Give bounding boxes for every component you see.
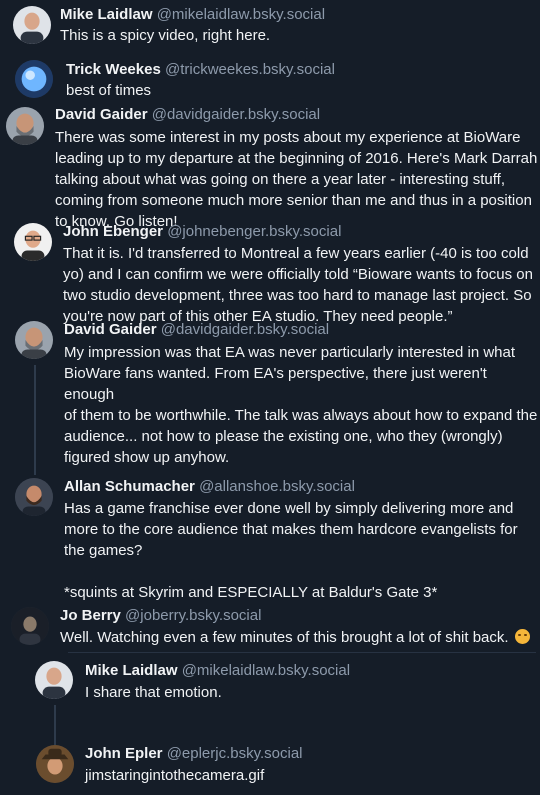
bearded-man-avatar[interactable] (6, 107, 44, 145)
author-name[interactable]: Mike Laidlaw (85, 662, 178, 679)
blue-orb-avatar[interactable] (15, 60, 53, 98)
author-name[interactable]: John Epler (85, 745, 163, 762)
author-name[interactable]: John Ebenger (63, 223, 163, 240)
author-name[interactable]: Mike Laidlaw (60, 6, 153, 23)
bald-man-avatar[interactable] (13, 6, 51, 44)
author-handle[interactable]: @joberry.bsky.social (125, 607, 261, 624)
thread-line (54, 705, 56, 745)
author-handle[interactable]: @johnebenger.bsky.social (167, 223, 341, 240)
post-text: Has a game franchise ever done well by s… (64, 500, 518, 601)
reply-divider (68, 652, 536, 653)
bald-man-avatar[interactable] (35, 661, 73, 699)
author-handle[interactable]: @mikelaidlaw.bsky.social (182, 662, 350, 679)
author-name[interactable]: Trick Weekes (66, 61, 161, 78)
author-handle[interactable]: @mikelaidlaw.bsky.social (157, 6, 325, 23)
post-text: I share that emotion. (85, 684, 222, 701)
author-handle[interactable]: @trickweekes.bsky.social (165, 61, 335, 78)
author-handle[interactable]: @davidgaider.bsky.social (152, 106, 320, 123)
hat-man-avatar[interactable] (36, 745, 74, 783)
author-name[interactable]: David Gaider (64, 321, 157, 338)
author-handle[interactable]: @allanshoe.bsky.social (199, 478, 355, 495)
post-text: This is a spicy video, right here. (60, 27, 271, 44)
author-name[interactable]: Allan Schumacher (64, 478, 195, 495)
author-name[interactable]: David Gaider (55, 106, 148, 123)
post-text: Well. Watching even a few minutes of thi… (60, 629, 509, 646)
bearded-man-avatar[interactable] (15, 321, 53, 359)
post-text: best of times (66, 82, 152, 99)
bearded-man-dark-avatar[interactable] (15, 478, 53, 516)
post-text-wrap: Well. Watching even a few minutes of thi… (60, 627, 530, 648)
post-text: That it is. I'd transferred to Montreal … (63, 245, 533, 325)
glasses-man-avatar[interactable] (14, 223, 52, 261)
dark-scene-avatar[interactable] (11, 607, 49, 645)
post-text: My impression was that EA was never part… (64, 344, 538, 466)
post-text: jimstaringintothecamera.gif (85, 767, 265, 784)
author-handle[interactable]: @eplerjc.bsky.social (167, 745, 303, 762)
post-text: There was some interest in my posts abou… (55, 129, 538, 230)
sad-face-emoji (514, 629, 530, 644)
author-handle[interactable]: @davidgaider.bsky.social (161, 321, 329, 338)
author-name[interactable]: Jo Berry (60, 607, 121, 624)
thread-line (34, 365, 36, 475)
